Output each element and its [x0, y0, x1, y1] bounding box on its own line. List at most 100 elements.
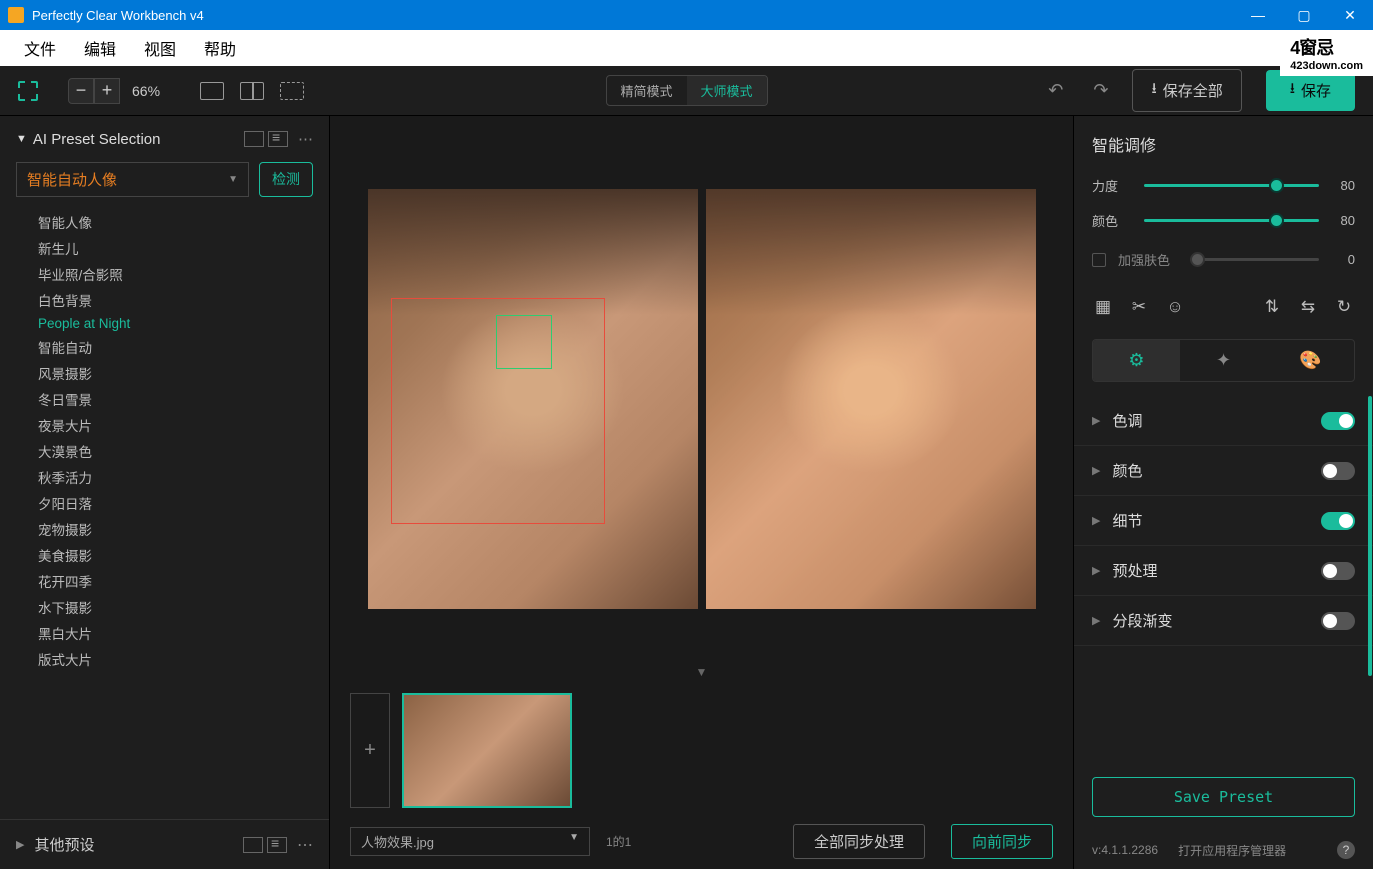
zoom-out-button[interactable]: −: [68, 78, 94, 104]
minimize-button[interactable]: ―: [1243, 7, 1273, 24]
open-manager-link[interactable]: 打开应用程序管理器: [1178, 842, 1286, 859]
detect-button[interactable]: 检测: [259, 162, 313, 197]
undo-button[interactable]: ↶: [1048, 80, 1063, 101]
preset-item[interactable]: 夕阳日落: [38, 490, 313, 516]
preset-item[interactable]: 花开四季: [38, 568, 313, 594]
tab-looks[interactable]: 🎨: [1267, 340, 1354, 381]
accordion-section[interactable]: ▶ 预处理: [1074, 546, 1373, 596]
histogram-icon[interactable]: ▦: [1092, 297, 1114, 317]
close-button[interactable]: ✕: [1335, 7, 1365, 24]
list-view-icon[interactable]: [268, 131, 288, 147]
preset-panel-header[interactable]: ▼ AI Preset Selection ⋯: [0, 116, 329, 162]
tab-simple-mode[interactable]: 精简模式: [606, 76, 686, 105]
preset-item[interactable]: 新生儿: [38, 235, 313, 261]
section-toggle[interactable]: [1321, 562, 1355, 580]
filename-dropdown[interactable]: 人物效果.jpg ▼: [350, 827, 590, 856]
view-crop-icon[interactable]: [280, 82, 304, 100]
grid-view-icon[interactable]: [243, 837, 263, 853]
adjustments-accordion: ▶ 色调 ▶ 颜色 ▶ 细节 ▶ 预处理 ▶ 分段渐变: [1074, 382, 1373, 763]
chevron-down-icon: ▼: [16, 133, 27, 145]
eye-detection-box: [496, 315, 552, 370]
scrollbar[interactable]: [1368, 396, 1372, 676]
list-view-icon[interactable]: [267, 837, 287, 853]
color-value: 80: [1331, 213, 1355, 228]
chevron-down-icon: ▼: [228, 174, 238, 185]
color-slider[interactable]: [1144, 219, 1319, 222]
sync-all-button[interactable]: 全部同步处理: [793, 824, 925, 859]
redo-button[interactable]: ↷: [1093, 80, 1108, 101]
preset-item[interactable]: 智能人像: [38, 209, 313, 235]
preset-item[interactable]: 大漠景色: [38, 438, 313, 464]
section-toggle[interactable]: [1321, 462, 1355, 480]
app-icon: [8, 7, 24, 23]
toolbar: − + 66% 精简模式 大师模式 ↶ ↷ ⭳ 保存全部 ⭳ 保存: [0, 66, 1373, 116]
menu-view[interactable]: 视图: [130, 36, 190, 60]
section-toggle[interactable]: [1321, 412, 1355, 430]
face-icon[interactable]: ☺: [1164, 297, 1186, 317]
preset-item[interactable]: 黑白大片: [38, 620, 313, 646]
preset-item[interactable]: 美食摄影: [38, 542, 313, 568]
preset-item[interactable]: 白色背景: [38, 287, 313, 313]
grid-view-icon[interactable]: [244, 131, 264, 147]
tab-master-mode[interactable]: 大师模式: [687, 76, 767, 105]
left-panel: ▼ AI Preset Selection ⋯ 智能自动人像 ▼ 检测 智能人像…: [0, 116, 330, 869]
accordion-section[interactable]: ▶ 分段渐变: [1074, 596, 1373, 646]
right-panel: 智能调修 力度 80 颜色 80 加强肤色 0 ▦ ✂ ☺ ⇅ ⇆ ↻ ⚙: [1073, 116, 1373, 869]
expand-handle[interactable]: ▼: [330, 661, 1073, 683]
zoom-level: 66%: [132, 83, 160, 99]
tab-effects[interactable]: ✦: [1180, 340, 1267, 381]
menu-file[interactable]: 文件: [10, 36, 70, 60]
preset-item[interactable]: 智能自动: [38, 334, 313, 360]
tab-adjustments[interactable]: ⚙: [1093, 340, 1180, 381]
enhance-skin-checkbox[interactable]: [1092, 253, 1106, 267]
section-toggle[interactable]: [1321, 512, 1355, 530]
section-toggle[interactable]: [1321, 612, 1355, 630]
menu-edit[interactable]: 编辑: [70, 36, 130, 60]
maximize-button[interactable]: ▢: [1289, 7, 1319, 24]
chevron-right-icon: ▶: [1092, 614, 1100, 627]
accordion-section[interactable]: ▶ 颜色: [1074, 446, 1373, 496]
save-button[interactable]: ⭳ 保存: [1266, 70, 1355, 111]
preset-item[interactable]: 水下摄影: [38, 594, 313, 620]
save-preset-button[interactable]: Save Preset: [1092, 777, 1355, 817]
menu-help[interactable]: 帮助: [190, 36, 250, 60]
chevron-right-icon: ▶: [1092, 514, 1100, 527]
chevron-right-icon: ▶: [1092, 414, 1100, 427]
preset-item[interactable]: 宠物摄影: [38, 516, 313, 542]
accordion-section[interactable]: ▶ 色调: [1074, 396, 1373, 446]
preset-item[interactable]: 冬日雪景: [38, 386, 313, 412]
preset-dropdown[interactable]: 智能自动人像 ▼: [16, 162, 249, 197]
strength-slider[interactable]: [1144, 184, 1319, 187]
accordion-section[interactable]: ▶ 细节: [1074, 496, 1373, 546]
preset-item[interactable]: 版式大片: [38, 646, 313, 672]
version-label: v:4.1.1.2286: [1092, 843, 1158, 857]
view-single-icon[interactable]: [200, 82, 224, 100]
rotate-icon[interactable]: ↻: [1333, 297, 1355, 317]
sync-forward-button[interactable]: 向前同步: [951, 824, 1053, 859]
preset-item[interactable]: 风景摄影: [38, 360, 313, 386]
image-compare-view[interactable]: [330, 116, 1073, 661]
other-presets-header[interactable]: ▶ 其他预设 ⋯: [0, 819, 329, 869]
enhance-skin-label: 加强肤色: [1118, 250, 1178, 269]
more-icon[interactable]: ⋯: [298, 130, 313, 148]
more-icon[interactable]: ⋯: [297, 835, 313, 855]
preset-item[interactable]: 毕业照/合影照: [38, 261, 313, 287]
flip-h-icon[interactable]: ⇆: [1297, 297, 1319, 317]
help-icon[interactable]: ?: [1337, 841, 1355, 859]
zoom-in-button[interactable]: +: [94, 78, 120, 104]
save-all-button[interactable]: ⭳ 保存全部: [1132, 69, 1241, 112]
filmstrip: +: [330, 683, 1073, 818]
fit-screen-icon[interactable]: [18, 81, 38, 101]
flip-v-icon[interactable]: ⇅: [1261, 297, 1283, 317]
crop-icon[interactable]: ✂: [1128, 297, 1150, 317]
preset-item[interactable]: People at Night: [38, 313, 313, 334]
thumbnail[interactable]: [402, 693, 572, 808]
chevron-down-icon: ▼: [569, 832, 579, 851]
view-split-icon[interactable]: [240, 82, 264, 100]
after-image: [706, 189, 1036, 609]
preset-item[interactable]: 秋季活力: [38, 464, 313, 490]
enhance-skin-slider[interactable]: [1190, 258, 1319, 261]
add-image-button[interactable]: +: [350, 693, 390, 808]
color-label: 颜色: [1092, 211, 1132, 230]
preset-item[interactable]: 夜景大片: [38, 412, 313, 438]
